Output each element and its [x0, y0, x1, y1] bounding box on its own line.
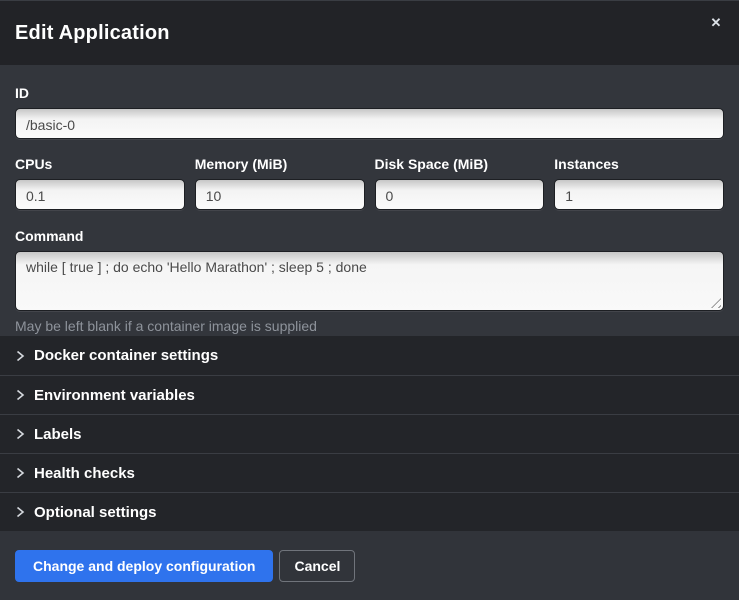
chevron-right-icon: [15, 467, 25, 479]
section-label: Docker container settings: [34, 347, 218, 364]
modal-footer: Change and deploy configuration Cancel: [0, 531, 739, 600]
section-health-checks[interactable]: Health checks: [0, 453, 739, 492]
disk-label: Disk Space (MiB): [375, 156, 545, 172]
command-help-text: May be left blank if a container image i…: [15, 318, 724, 334]
section-label: Environment variables: [34, 387, 195, 404]
page-title: Edit Application: [15, 22, 170, 45]
id-input[interactable]: [15, 108, 724, 139]
cpus-field-group: CPUs: [15, 156, 185, 210]
accordion-sections: Docker container settings Environment va…: [0, 336, 739, 531]
close-icon: ✕: [711, 15, 722, 30]
instances-label: Instances: [554, 156, 724, 172]
chevron-right-icon: [15, 350, 25, 362]
cancel-button[interactable]: Cancel: [279, 550, 355, 582]
edit-application-modal: Edit Application ✕ ID CPUs Memory (MiB) …: [0, 0, 739, 599]
id-field-group: ID: [15, 85, 724, 139]
section-optional-settings[interactable]: Optional settings: [0, 492, 739, 531]
instances-input[interactable]: [554, 179, 724, 210]
section-label: Health checks: [34, 465, 135, 482]
modal-header: Edit Application ✕: [0, 1, 739, 65]
command-label: Command: [15, 228, 724, 244]
cpus-input[interactable]: [15, 179, 185, 210]
instances-field-group: Instances: [554, 156, 724, 210]
memory-input[interactable]: [195, 179, 365, 210]
memory-label: Memory (MiB): [195, 156, 365, 172]
disk-field-group: Disk Space (MiB): [375, 156, 545, 210]
section-environment-variables[interactable]: Environment variables: [0, 375, 739, 414]
section-docker-container-settings[interactable]: Docker container settings: [0, 336, 739, 375]
section-label: Labels: [34, 426, 82, 443]
chevron-right-icon: [15, 389, 25, 401]
chevron-right-icon: [15, 506, 25, 518]
application-form: ID CPUs Memory (MiB) Disk Space (MiB) In…: [0, 65, 739, 336]
id-label: ID: [15, 85, 724, 101]
section-label: Optional settings: [34, 504, 157, 521]
memory-field-group: Memory (MiB): [195, 156, 365, 210]
disk-input[interactable]: [375, 179, 545, 210]
close-button[interactable]: ✕: [706, 13, 726, 33]
change-and-deploy-button[interactable]: Change and deploy configuration: [15, 550, 273, 582]
section-labels[interactable]: Labels: [0, 414, 739, 453]
cpus-label: CPUs: [15, 156, 185, 172]
resources-row: CPUs Memory (MiB) Disk Space (MiB) Insta…: [15, 156, 724, 210]
command-field-group: Command while [ true ] ; do echo 'Hello …: [15, 228, 724, 334]
command-textarea[interactable]: while [ true ] ; do echo 'Hello Marathon…: [15, 251, 724, 311]
chevron-right-icon: [15, 428, 25, 440]
